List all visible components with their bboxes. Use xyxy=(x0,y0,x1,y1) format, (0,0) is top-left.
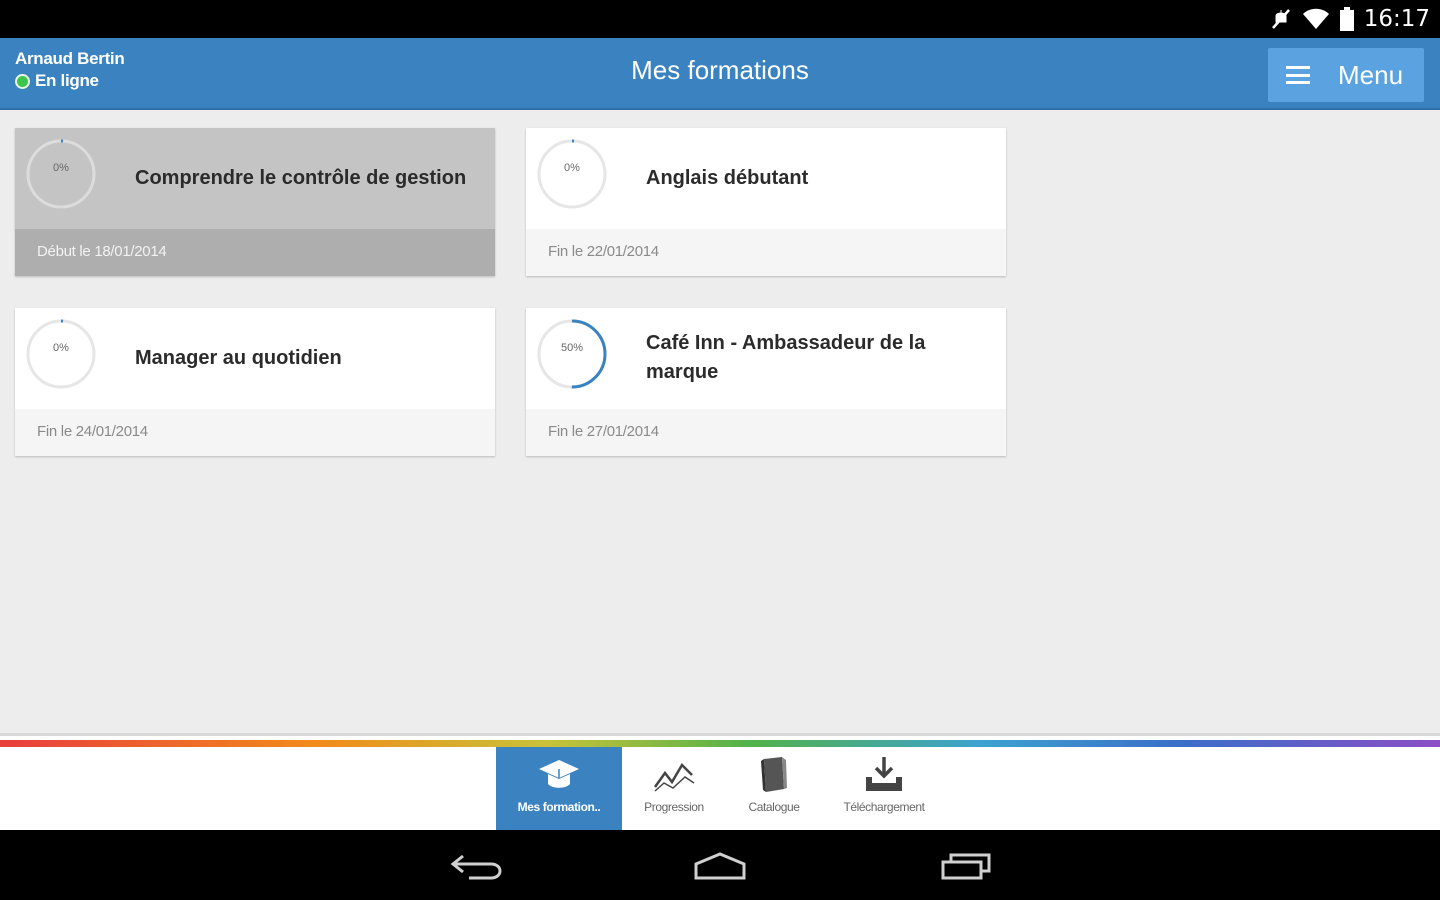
download-tray-icon xyxy=(861,754,907,796)
battery-icon xyxy=(1339,7,1354,31)
status-icons: 16:17 xyxy=(1270,4,1430,34)
course-title: Manager au quotidien xyxy=(135,346,342,369)
system-navigation-bar xyxy=(0,830,1440,900)
progress-label: 0% xyxy=(53,342,69,354)
course-date: Fin le 22/01/2014 xyxy=(548,243,659,260)
tab-label: Mes formation.. xyxy=(517,800,601,814)
card-footer: Début le 18/01/2014 xyxy=(15,229,495,276)
tab-catalogue[interactable]: Catalogue xyxy=(726,747,822,830)
hamburger-icon xyxy=(1286,66,1310,84)
tab-label: Catalogue xyxy=(748,800,800,814)
tab-bar: Mes formation.. Progression Catalogue Té… xyxy=(496,747,946,830)
menu-button[interactable]: Menu xyxy=(1268,48,1424,102)
home-button[interactable] xyxy=(687,848,753,884)
home-icon xyxy=(694,852,746,880)
course-card[interactable]: 0% Anglais débutant Fin le 22/01/2014 xyxy=(526,128,1006,276)
page-title: Mes formations xyxy=(631,55,809,85)
bottom-navigation: Mes formation.. Progression Catalogue Té… xyxy=(0,733,1440,830)
status-bar: 16:17 xyxy=(0,0,1440,38)
divider xyxy=(0,733,1440,736)
status-time: 16:17 xyxy=(1363,6,1430,32)
course-card[interactable]: 50% Café Inn - Ambassadeur de la marque … xyxy=(526,308,1006,456)
back-button[interactable] xyxy=(444,848,510,884)
course-card[interactable]: 0% Manager au quotidien Fin le 24/01/201… xyxy=(15,308,495,456)
course-card[interactable]: 0% Comprendre le contrôle de gestion Déb… xyxy=(15,128,495,276)
course-title: Comprendre le contrôle de gestion xyxy=(135,166,467,189)
tab-label: Progression xyxy=(644,800,704,814)
course-title: Anglais débutant xyxy=(646,166,809,189)
graduation-cap-icon xyxy=(536,754,582,796)
card-footer: Fin le 24/01/2014 xyxy=(15,409,495,456)
course-date: Fin le 24/01/2014 xyxy=(37,423,148,440)
progress-label: 50% xyxy=(560,342,584,354)
app-header: Arnaud Bertin En ligne Mes formations Me… xyxy=(0,38,1440,110)
back-arrow-icon xyxy=(450,854,502,880)
tab-mes-formations[interactable]: Mes formation.. xyxy=(496,747,622,830)
course-date: Début le 18/01/2014 xyxy=(37,243,167,260)
recent-apps-icon xyxy=(941,853,991,880)
tab-telechargement[interactable]: Téléchargement xyxy=(822,747,946,830)
recent-apps-button[interactable] xyxy=(932,848,998,884)
book-icon xyxy=(751,754,797,796)
progress-label: 0% xyxy=(564,162,580,174)
rainbow-stripe xyxy=(0,740,1440,747)
menu-button-label: Menu xyxy=(1338,59,1404,90)
progress-label: 0% xyxy=(53,162,69,174)
line-chart-icon xyxy=(651,754,697,796)
tab-progression[interactable]: Progression xyxy=(622,747,726,830)
course-date: Fin le 27/01/2014 xyxy=(548,423,659,440)
tab-label: Téléchargement xyxy=(843,800,925,814)
mute-icon xyxy=(1270,7,1292,31)
card-footer: Fin le 27/01/2014 xyxy=(526,409,1006,456)
wifi-icon xyxy=(1302,8,1330,30)
course-title: Café Inn - Ambassadeur de la marque xyxy=(646,332,926,383)
card-footer: Fin le 22/01/2014 xyxy=(526,229,1006,276)
